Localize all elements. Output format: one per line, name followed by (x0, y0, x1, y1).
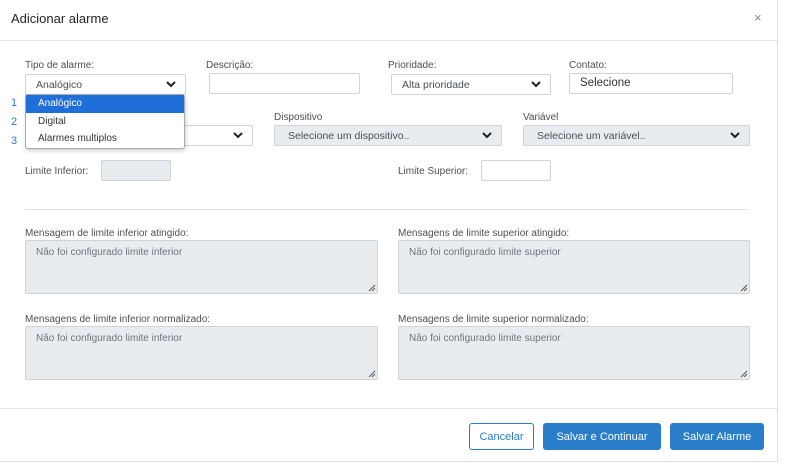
descricao-input[interactable] (209, 73, 360, 94)
chevron-down-icon (482, 132, 492, 139)
option-number: 2 (11, 116, 18, 128)
option-number: 1 (11, 97, 18, 109)
modal-footer-divider (0, 408, 778, 409)
dropdown-option-analogico[interactable]: Analógico (26, 95, 184, 113)
close-icon[interactable]: × (754, 10, 762, 25)
contato-input[interactable]: Selecione (569, 73, 733, 94)
msg-inferior-atingido-label: Mensagem de limite inferior atingido: (25, 228, 189, 239)
dispositivo-select[interactable]: Selecione um dispositivo.. (274, 125, 502, 146)
limite-superior-input[interactable] (481, 160, 551, 181)
section-divider (25, 209, 749, 210)
chevron-down-icon (531, 81, 541, 88)
chevron-down-icon (730, 132, 740, 139)
msg-superior-normalizado-label: Mensagens de limite superior normalizado… (398, 314, 589, 325)
limite-superior-label: Limite Superior: (398, 166, 469, 177)
tipo-alarme-label: Tipo de alarme: (25, 60, 95, 71)
prioridade-label: Prioridade: (388, 60, 437, 71)
cancel-button[interactable]: Cancelar (469, 423, 534, 450)
tipo-alarme-select[interactable]: Analógico (25, 74, 186, 95)
variavel-value: Selecione um variável.. (537, 130, 646, 142)
msg-inferior-normalizado-label: Mensagens de limite inferior normalizado… (25, 314, 211, 325)
limite-inferior-label: Limite Inferior: (25, 166, 89, 177)
modal-title: Adicionar alarme (11, 11, 109, 26)
resize-grip-icon[interactable] (368, 370, 376, 378)
option-number: 3 (11, 135, 18, 147)
add-alarm-modal: Adicionar alarme × Tipo de alarme: Analó… (0, 0, 778, 462)
resize-grip-icon[interactable] (740, 370, 748, 378)
msg-inferior-normalizado-value: Não foi configurado limite inferior (36, 333, 183, 344)
chevron-down-icon (166, 81, 176, 88)
modal-header: Adicionar alarme × (0, 0, 778, 41)
tipo-alarme-value: Analógico (36, 79, 83, 91)
msg-superior-normalizado-textarea[interactable]: Não foi configurado limite superior (398, 326, 750, 380)
chevron-down-icon (233, 132, 243, 139)
dispositivo-label: Dispositivo (274, 112, 323, 123)
contato-label: Contato: (569, 60, 607, 71)
prioridade-select[interactable]: Alta prioridade (391, 74, 551, 95)
row2-select-partial[interactable] (180, 125, 253, 146)
msg-superior-atingido-value: Não foi configurado limite superior (409, 247, 561, 258)
dropdown-option-digital[interactable]: Digital (26, 113, 184, 131)
dropdown-option-alarmes-multiplos[interactable]: Alarmes multiplos (26, 130, 184, 148)
msg-superior-atingido-label: Mensagens de limite superior atingido: (398, 228, 570, 239)
dispositivo-value: Selecione um dispositivo.. (288, 130, 410, 142)
descricao-label: Descrição: (206, 60, 254, 71)
resize-grip-icon[interactable] (740, 284, 748, 292)
prioridade-value: Alta prioridade (402, 79, 470, 91)
msg-superior-normalizado-value: Não foi configurado limite superior (409, 333, 561, 344)
msg-inferior-normalizado-textarea[interactable]: Não foi configurado limite inferior (25, 326, 378, 380)
msg-inferior-atingido-value: Não foi configurado limite inferior (36, 247, 183, 258)
msg-inferior-atingido-textarea[interactable]: Não foi configurado limite inferior (25, 240, 378, 294)
msg-superior-atingido-textarea[interactable]: Não foi configurado limite superior (398, 240, 750, 294)
save-alarm-button[interactable]: Salvar Alarme (670, 423, 764, 450)
resize-grip-icon[interactable] (368, 284, 376, 292)
save-continue-button[interactable]: Salvar e Continuar (543, 423, 661, 450)
tipo-alarme-dropdown: Analógico Digital Alarmes multiplos (25, 94, 185, 149)
variavel-label: Variável (523, 112, 559, 123)
variavel-select[interactable]: Selecione um variável.. (523, 125, 750, 146)
limite-inferior-input[interactable] (101, 160, 171, 181)
